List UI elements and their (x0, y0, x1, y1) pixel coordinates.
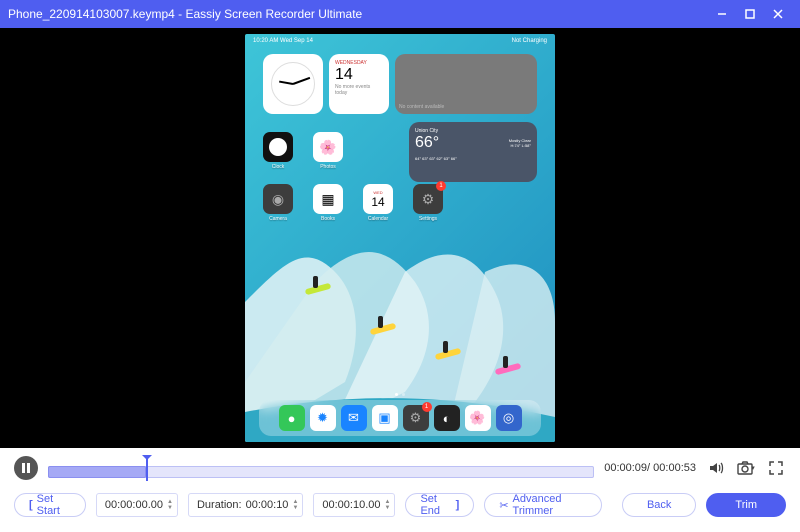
seek-slider[interactable] (48, 459, 594, 477)
start-time-input[interactable]: 00:00:00.00▲▼ (96, 493, 178, 517)
set-start-button[interactable]: [Set Start (14, 493, 86, 517)
dock-photos: 🌸 (465, 405, 491, 431)
app-row-1: Clock 🌸Photos (263, 132, 343, 170)
advanced-trimmer-button[interactable]: ✂Advanced Trimmer (484, 493, 602, 517)
maximize-button[interactable] (736, 0, 764, 28)
time-display: 00:00:09/ 00:00:53 (604, 462, 696, 474)
calendar-widget: WEDNESDAY 14 No more events today (329, 54, 389, 114)
set-end-button[interactable]: Set End] (405, 493, 474, 517)
app-settings: ⚙1Settings (413, 184, 443, 222)
trim-toolbar: [Set Start 00:00:00.00▲▼ Duration:00:00:… (0, 488, 800, 532)
end-time-input[interactable]: 00:00:10.00▲▼ (313, 493, 395, 517)
trim-button[interactable]: Trim (706, 493, 786, 517)
window-title: Phone_220914103007.keymp4 - Eassiy Scree… (8, 7, 708, 21)
app-photos: 🌸Photos (313, 132, 343, 170)
back-button[interactable]: Back (622, 493, 696, 517)
close-button[interactable] (764, 0, 792, 28)
clock-widget (263, 54, 323, 114)
titlebar: Phone_220914103007.keymp4 - Eassiy Scree… (0, 0, 800, 28)
minimize-button[interactable] (708, 0, 736, 28)
page-dots (395, 393, 405, 396)
app-clock: Clock (263, 132, 293, 170)
dock-messages: ● (279, 405, 305, 431)
pause-button[interactable] (14, 456, 38, 480)
content-widget: No content available (395, 54, 537, 114)
ipad-dock: ● ✹ ✉ ▣ ⚙1 ◐ 🌸 ◎ (259, 400, 541, 436)
app-camera: ◉Camera (263, 184, 293, 222)
video-preview[interactable]: 10:20 AM Wed Sep 14 Not Charging WEDNESD… (0, 28, 800, 448)
playback-controls: 00:00:09/ 00:00:53 ▾ (0, 448, 800, 488)
weather-widget: Union City 66° Mostly Clear H:74° L:58° … (409, 122, 537, 182)
volume-icon[interactable] (706, 458, 726, 478)
dock-mail: ✉ (341, 405, 367, 431)
dock-files: ▣ (372, 405, 398, 431)
dock-settings: ⚙1 (403, 405, 429, 431)
app-books: ▦Books (313, 184, 343, 222)
dock-app8: ◎ (496, 405, 522, 431)
ipad-statusbar: 10:20 AM Wed Sep 14 Not Charging (245, 34, 555, 48)
app-row-2: ◉Camera ▦Books WED14Calendar ⚙1Settings (263, 184, 443, 222)
ipad-screenshot: 10:20 AM Wed Sep 14 Not Charging WEDNESD… (245, 34, 555, 442)
fullscreen-icon[interactable] (766, 458, 786, 478)
app-calendar: WED14Calendar (363, 184, 393, 222)
duration-input[interactable]: Duration:00:00:10▲▼ (188, 493, 303, 517)
scissors-icon: ✂ (499, 499, 508, 512)
dock-app6: ◐ (434, 405, 460, 431)
snapshot-icon[interactable]: ▾ (736, 458, 756, 478)
dock-safari: ✹ (310, 405, 336, 431)
